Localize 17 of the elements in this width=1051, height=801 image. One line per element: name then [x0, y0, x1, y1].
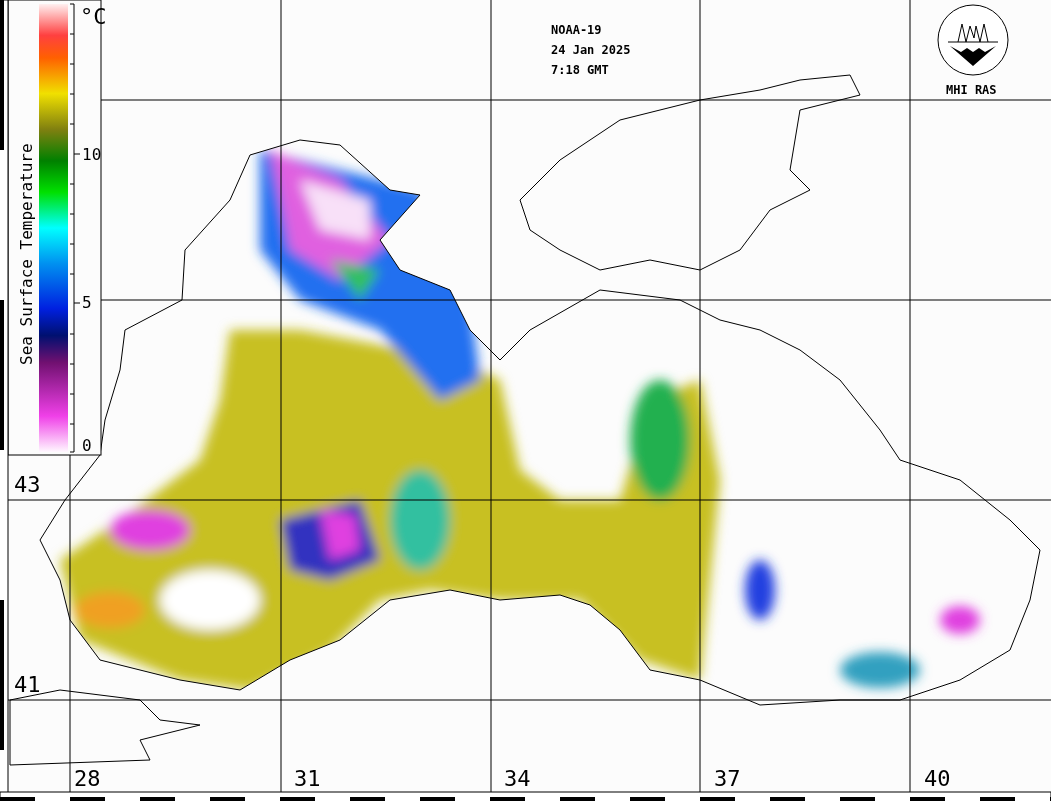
logo-label: MHI RAS	[946, 83, 997, 97]
latitude-label: 43	[14, 472, 41, 497]
colorbar-tick-label: 10	[82, 145, 102, 164]
image-caption-line: 24 Jan 2025	[551, 43, 631, 57]
institute-logo-icon	[937, 4, 1009, 76]
longitude-label: 37	[714, 766, 741, 791]
longitude-label: 28	[74, 766, 101, 791]
longitude-label: 34	[504, 766, 531, 791]
longitude-label: 40	[924, 766, 951, 791]
longitude-label: 31	[294, 766, 321, 791]
colorbar-tick-label: 5	[82, 293, 92, 312]
colorbar-unit: °C	[80, 4, 107, 29]
image-caption-line: 7:18 GMT	[551, 63, 609, 77]
image-caption-line: NOAA-19	[551, 23, 602, 37]
latitude-label: 41	[14, 672, 41, 697]
colorbar-title: Sea Surface Temperature	[17, 143, 36, 365]
colorbar-tick-label: 0	[82, 436, 92, 455]
